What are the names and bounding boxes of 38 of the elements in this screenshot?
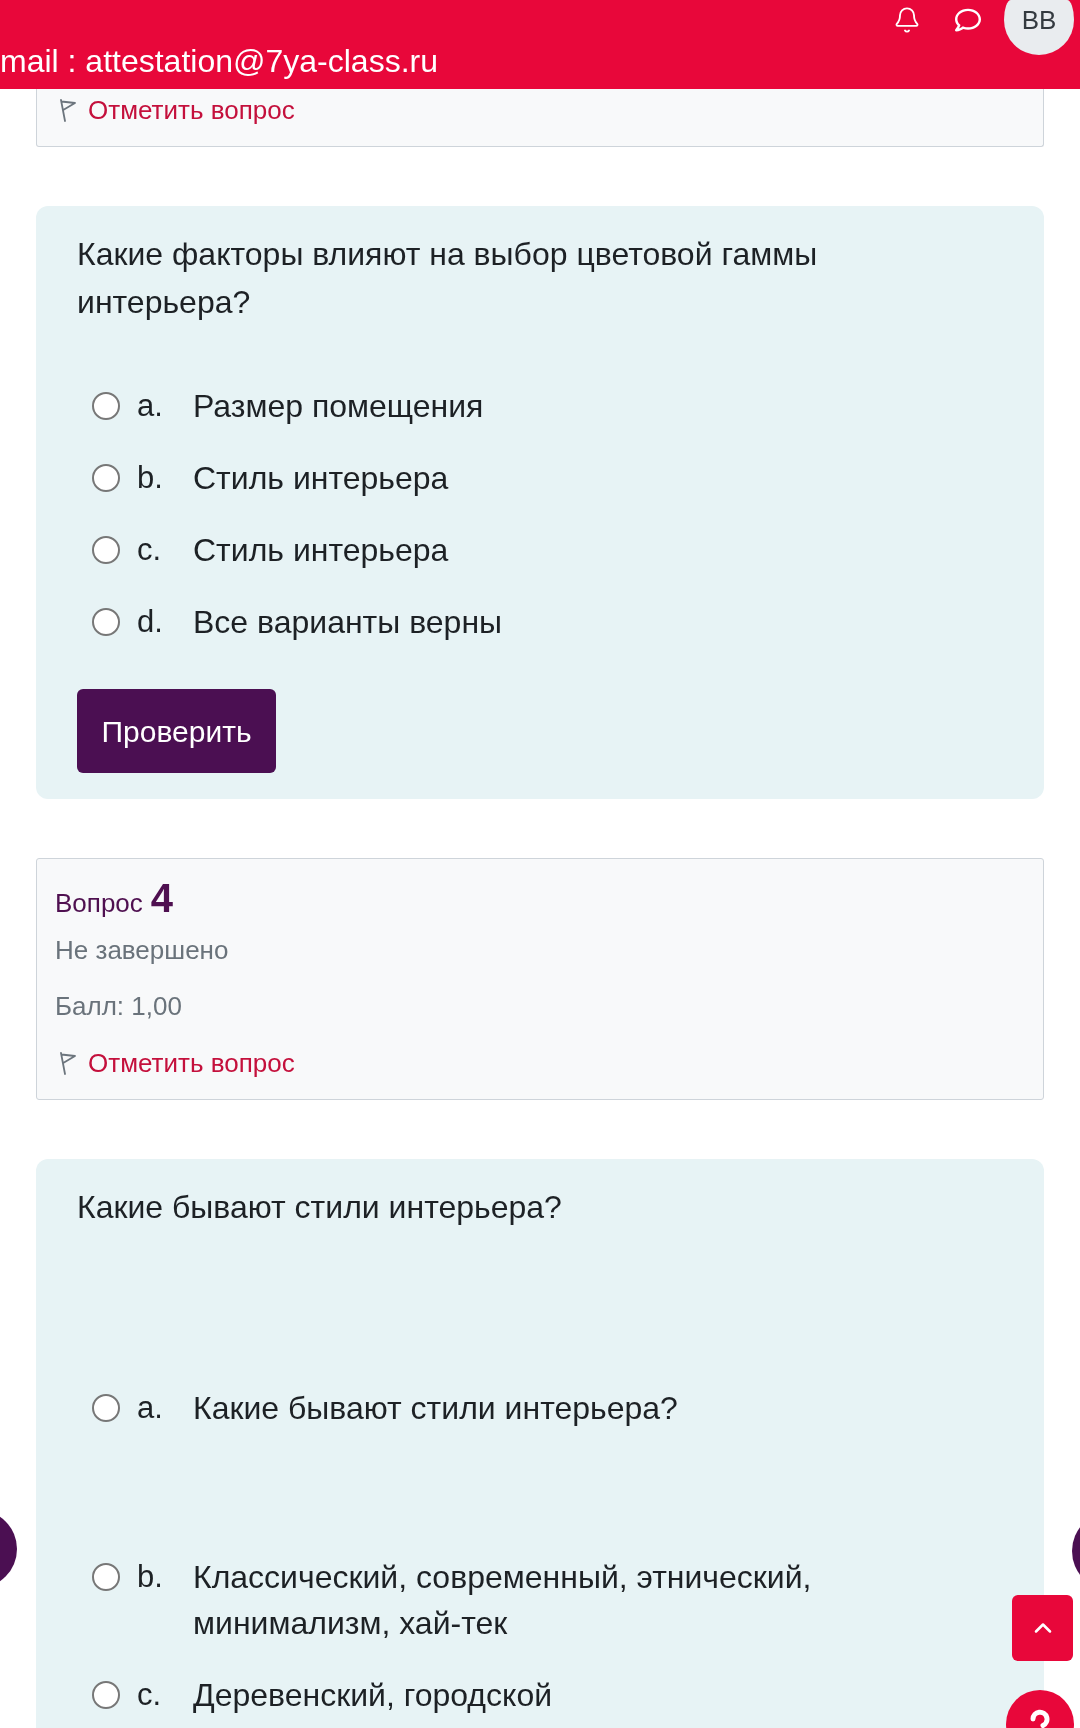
- flag-icon: [58, 1051, 78, 1075]
- option-letter: b.: [137, 459, 164, 497]
- option-label[interactable]: Все варианты верны: [193, 599, 503, 645]
- completion-status: Не завершено: [55, 935, 230, 965]
- user-avatar[interactable]: BB: [1004, 0, 1074, 55]
- chat-icon[interactable]: [953, 7, 983, 33]
- question-label: Вопрос: [55, 887, 143, 920]
- option-label[interactable]: Деревенский, городской: [193, 1672, 553, 1718]
- question-text: Какие факторы влияют на выбор цветовой гаммы интерьера?: [77, 235, 819, 322]
- option-letter: b.: [137, 1558, 164, 1596]
- flag-question-link[interactable]: Отметить вопрос: [58, 95, 295, 125]
- flag-question-link[interactable]: Отметить вопрос: [58, 1048, 295, 1078]
- option-letter: a.: [137, 1389, 164, 1427]
- option-letter: a.: [137, 387, 164, 425]
- radio-button[interactable]: [92, 608, 120, 636]
- option-label[interactable]: Классический, современный, этнический, минимализм, хай-тек: [193, 1554, 893, 1646]
- help-icon[interactable]: [1006, 1690, 1074, 1728]
- option-label[interactable]: Какие бывают стили интерьера?: [193, 1385, 678, 1431]
- radio-button[interactable]: [92, 1394, 120, 1422]
- option-label[interactable]: Размер помещения: [193, 383, 484, 429]
- radio-button[interactable]: [92, 464, 120, 492]
- option-letter: d.: [137, 603, 164, 641]
- option-letter: c.: [137, 1676, 163, 1714]
- flag-icon: [58, 98, 78, 122]
- option-letter: c.: [137, 531, 163, 569]
- bell-icon[interactable]: [893, 6, 921, 34]
- radio-button[interactable]: [92, 1681, 120, 1709]
- question-number: 4: [150, 878, 174, 918]
- option-label[interactable]: Стиль интерьера: [193, 527, 449, 573]
- radio-button[interactable]: [92, 392, 120, 420]
- question-text: Какие бывают стили интерьера?: [77, 1188, 563, 1227]
- score-text: Балл: 1,00: [55, 991, 183, 1021]
- check-button[interactable]: Проверить: [77, 689, 276, 773]
- radio-button[interactable]: [92, 1563, 120, 1591]
- contact-email: mail : attestation@7ya-class.ru: [0, 42, 438, 81]
- option-label[interactable]: Стиль интерьера: [193, 455, 449, 501]
- radio-button[interactable]: [92, 536, 120, 564]
- scroll-to-top-button[interactable]: [1012, 1595, 1073, 1661]
